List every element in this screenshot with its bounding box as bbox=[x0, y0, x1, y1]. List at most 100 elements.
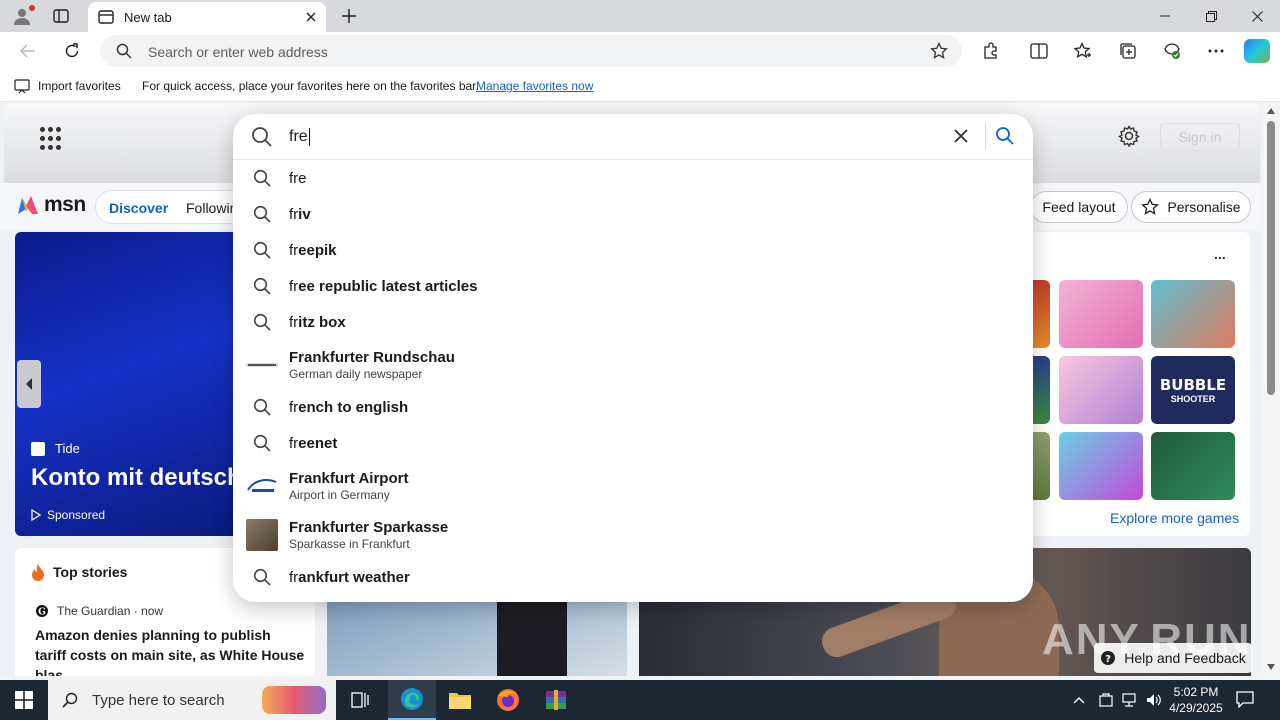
entity-subtitle: German daily newspaper bbox=[289, 366, 423, 381]
suggestion-item[interactable]: freepik bbox=[233, 232, 1033, 268]
windows-start-icon[interactable] bbox=[0, 680, 48, 720]
help-feedback-button[interactable]: ? Help and Feedback bbox=[1094, 643, 1252, 673]
volume-tray-icon[interactable] bbox=[1142, 693, 1166, 707]
favorites-icon[interactable] bbox=[1068, 36, 1098, 66]
browser-essentials-icon[interactable] bbox=[1157, 36, 1187, 66]
settings-gear-icon[interactable] bbox=[1118, 125, 1140, 152]
clock-time: 5:02 PM bbox=[1173, 685, 1219, 699]
apps-grid-icon[interactable] bbox=[40, 127, 64, 151]
search-icon bbox=[251, 126, 273, 153]
import-favorites-icon bbox=[14, 79, 30, 94]
suggestion-item[interactable]: frankfurt weather bbox=[233, 559, 1033, 595]
hero-title[interactable]: Konto mit deutsch bbox=[31, 464, 242, 492]
network-tray-icon[interactable] bbox=[1118, 693, 1142, 707]
import-favorites-button[interactable]: Import favorites bbox=[14, 78, 121, 94]
address-placeholder: Search or enter web address bbox=[148, 44, 328, 60]
edge-browser-icon[interactable] bbox=[388, 680, 436, 720]
scroll-thumb[interactable] bbox=[1267, 121, 1275, 395]
svg-text:?: ? bbox=[1105, 654, 1111, 665]
firefox-icon[interactable] bbox=[484, 680, 532, 720]
explore-more-games-link[interactable]: Explore more games bbox=[1110, 510, 1239, 526]
notifications-icon[interactable] bbox=[1236, 690, 1254, 713]
suggestion-search-icon bbox=[251, 239, 273, 261]
search-icon bbox=[116, 43, 132, 64]
copilot-icon[interactable] bbox=[1244, 39, 1270, 63]
game-tile-bubble-shooter[interactable]: BUBBLE SHOOTER bbox=[1151, 356, 1235, 424]
suggestion-item[interactable]: french to english bbox=[233, 389, 1033, 425]
feed-layout-button[interactable]: Feed layout bbox=[1030, 191, 1128, 223]
story-headline[interactable]: Amazon denies planning to publish tariff… bbox=[35, 625, 305, 676]
more-menu-icon[interactable] bbox=[1201, 36, 1231, 66]
suggestion-entity-item[interactable]: Frankfurter Sparkasse Sparkasse in Frank… bbox=[233, 510, 1033, 559]
carousel-prev-icon[interactable] bbox=[17, 360, 41, 408]
suggestion-text: french to english bbox=[289, 398, 409, 416]
suggestion-text: friv bbox=[289, 205, 311, 223]
svg-text:G: G bbox=[38, 608, 46, 618]
game-tile-hospital[interactable] bbox=[1151, 280, 1235, 348]
game-tile-makeup[interactable] bbox=[1059, 356, 1143, 424]
tab-new-tab[interactable]: New tab bbox=[88, 2, 326, 32]
file-explorer-icon[interactable] bbox=[436, 680, 484, 720]
new-tab-plus-icon[interactable] bbox=[338, 5, 360, 27]
taskbar-clock[interactable]: 5:02 PM 4/29/2025 bbox=[1166, 684, 1226, 716]
tab-actions-icon[interactable] bbox=[48, 5, 74, 27]
search-submit-icon[interactable] bbox=[995, 126, 1015, 151]
winrar-icon[interactable] bbox=[532, 680, 580, 720]
extensions-icon[interactable] bbox=[976, 36, 1006, 66]
game-tile-dressup[interactable] bbox=[1059, 280, 1143, 348]
task-view-icon[interactable] bbox=[336, 680, 384, 720]
restore-icon[interactable] bbox=[1188, 0, 1234, 32]
suggestion-item[interactable]: free republic latest articles bbox=[233, 268, 1033, 304]
address-bar[interactable]: Search or enter web address bbox=[100, 35, 962, 67]
taskbar-search-box[interactable]: Type here to search bbox=[48, 680, 336, 720]
page-scrollbar[interactable] bbox=[1262, 103, 1280, 676]
manage-favorites-link[interactable]: Manage favorites now bbox=[476, 79, 593, 93]
suggestion-item[interactable]: fre bbox=[233, 160, 1033, 196]
suggestion-item[interactable]: friv bbox=[233, 196, 1033, 232]
flame-icon bbox=[32, 564, 44, 581]
game-tile-mahjong[interactable] bbox=[1151, 432, 1235, 500]
msn-wordmark: msn bbox=[44, 193, 86, 216]
sponsored-play-icon bbox=[31, 509, 41, 521]
suggestion-entity-item[interactable]: Frankfurter Rundschau German daily newsp… bbox=[233, 340, 1033, 389]
show-hidden-icons-chevron-icon[interactable] bbox=[1070, 696, 1088, 704]
scroll-up-arrow-icon[interactable] bbox=[1267, 108, 1275, 114]
suggestion-item[interactable]: freenet bbox=[233, 425, 1033, 461]
clear-search-icon[interactable] bbox=[951, 126, 971, 151]
msn-butterfly-icon bbox=[18, 196, 38, 214]
games-more-icon[interactable]: ... bbox=[1214, 246, 1226, 262]
game-tile-gems[interactable] bbox=[1059, 432, 1143, 500]
suggestion-item[interactable]: fritz box bbox=[233, 304, 1033, 340]
minimize-icon[interactable] bbox=[1142, 0, 1188, 32]
personalise-button[interactable]: Personalise bbox=[1131, 191, 1251, 223]
collections-icon[interactable] bbox=[1113, 36, 1143, 66]
tab-close-icon[interactable] bbox=[300, 6, 322, 28]
split-screen-icon[interactable] bbox=[1024, 36, 1054, 66]
favorites-bar-message: For quick access, place your favorites h… bbox=[142, 79, 479, 93]
suggestion-entity-item[interactable]: Frankfurt Airport Airport in Germany bbox=[233, 461, 1033, 510]
bubble-shooter-sub: SHOOTER bbox=[1170, 394, 1216, 404]
scroll-down-arrow-icon[interactable] bbox=[1267, 664, 1275, 670]
favorites-bar: Import favorites For quick access, place… bbox=[0, 70, 1280, 102]
personalise-label: Personalise bbox=[1167, 199, 1241, 215]
search-input[interactable]: fre bbox=[289, 128, 310, 146]
security-tray-icon[interactable] bbox=[1094, 692, 1118, 708]
refresh-icon[interactable] bbox=[57, 36, 87, 66]
nav-following[interactable]: Followin bbox=[186, 200, 237, 216]
close-window-icon[interactable] bbox=[1234, 0, 1280, 32]
newspaper-thumbnail-icon bbox=[246, 349, 278, 381]
sign-in-button[interactable]: Sign in bbox=[1160, 123, 1240, 151]
suggestion-text: freepik bbox=[289, 241, 337, 259]
suggestion-text: free republic latest articles bbox=[289, 277, 478, 295]
back-arrow-icon[interactable] bbox=[13, 36, 43, 66]
search-box[interactable]: fre bbox=[233, 114, 1033, 160]
personalise-star-icon bbox=[1141, 198, 1160, 215]
entity-title: Frankfurter Rundschau bbox=[289, 348, 455, 366]
nav-discover[interactable]: Discover bbox=[109, 200, 168, 216]
msn-logo[interactable]: msn bbox=[16, 193, 86, 217]
search-query-text: fre bbox=[289, 128, 308, 146]
suggestion-text: fritz box bbox=[289, 313, 346, 331]
hero-ad-card[interactable]: Tide Konto mit deutsch Sponsored bbox=[15, 232, 255, 536]
tab-title: New tab bbox=[124, 9, 172, 25]
favorite-star-icon[interactable] bbox=[930, 41, 948, 65]
